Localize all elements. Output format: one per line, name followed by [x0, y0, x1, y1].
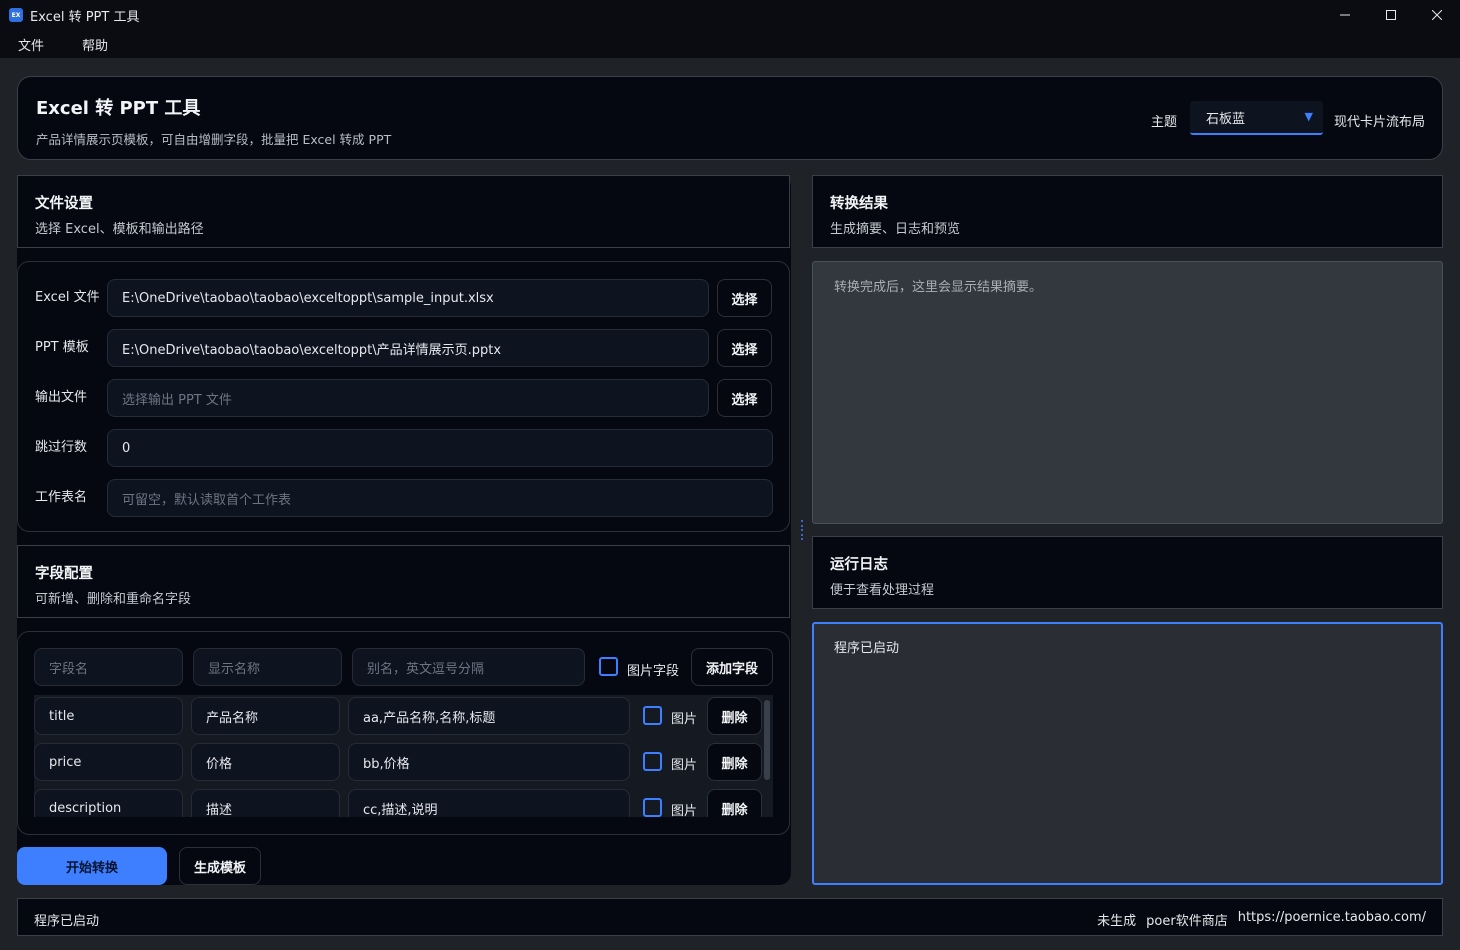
- window-controls: [1322, 0, 1460, 30]
- delete-field-button[interactable]: 删除: [707, 697, 762, 735]
- field-image-checkbox[interactable]: [643, 798, 662, 817]
- field-image-checkbox[interactable]: [643, 706, 662, 725]
- field-display-input[interactable]: 描述: [191, 789, 340, 817]
- close-button[interactable]: [1414, 0, 1460, 30]
- sheet-name-input[interactable]: 可留空，默认读取首个工作表: [107, 479, 773, 517]
- page-subtitle: 产品详情展示页模板，可自由增删字段，批量把 Excel 转成 PPT: [36, 132, 392, 147]
- field-image-label: 图片: [671, 712, 698, 727]
- sheet-name-label: 工作表名: [35, 490, 88, 505]
- field-name-input[interactable]: description: [34, 789, 183, 817]
- file-settings-header: 文件设置 选择 Excel、模板和输出路径: [17, 175, 790, 248]
- file-settings-title: 文件设置: [35, 196, 93, 212]
- theme-label: 主题: [1151, 115, 1178, 130]
- log-subtitle: 便于查看处理过程: [830, 583, 935, 598]
- menu-help[interactable]: 帮助: [56, 35, 120, 54]
- skip-rows-label: 跳过行数: [35, 440, 88, 455]
- delete-field-button[interactable]: 删除: [707, 743, 762, 781]
- output-file-label: 输出文件: [35, 390, 88, 405]
- chevron-down-icon: ▼: [1304, 110, 1313, 123]
- status-store: poer软件商店: [1146, 914, 1228, 929]
- output-file-input[interactable]: 选择输出 PPT 文件: [107, 379, 709, 417]
- title-bar: EX Excel 转 PPT 工具: [0, 0, 1460, 30]
- maximize-button[interactable]: [1368, 0, 1414, 30]
- excel-pick-button[interactable]: 选择: [717, 279, 772, 317]
- new-alias-input[interactable]: 别名，英文逗号分隔: [352, 648, 585, 686]
- theme-select[interactable]: 石板蓝 ▼: [1190, 101, 1323, 135]
- new-field-name-input[interactable]: 字段名: [34, 648, 183, 686]
- layout-label: 现代卡片流布局: [1334, 115, 1426, 130]
- image-field-checkbox[interactable]: [599, 657, 618, 676]
- file-settings-subtitle: 选择 Excel、模板和输出路径: [35, 222, 204, 237]
- minimize-button[interactable]: [1322, 0, 1368, 30]
- result-summary-box[interactable]: 转换完成后，这里会显示结果摘要。: [812, 261, 1443, 524]
- splitter-handle[interactable]: [800, 520, 803, 540]
- delete-field-button[interactable]: 删除: [707, 789, 762, 817]
- status-url[interactable]: https://poernice.taobao.com/: [1238, 910, 1426, 929]
- status-bar: 程序已启动 未生成 poer软件商店 https://poernice.taob…: [17, 898, 1443, 936]
- theme-select-value: 石板蓝: [1206, 111, 1246, 127]
- menu-bar: 文件 帮助: [0, 30, 1460, 58]
- page-title: Excel 转 PPT 工具: [36, 98, 201, 119]
- field-alias-input[interactable]: cc,描述,说明: [348, 789, 630, 817]
- result-header: 转换结果 生成摘要、日志和预览: [812, 175, 1443, 248]
- app-icon: EX: [9, 8, 23, 22]
- close-icon: [1432, 10, 1442, 20]
- menu-file[interactable]: 文件: [0, 35, 56, 54]
- field-list-scrollbar[interactable]: [764, 700, 770, 780]
- start-convert-button[interactable]: 开始转换: [17, 847, 167, 885]
- image-field-label: 图片字段: [627, 664, 680, 679]
- field-display-input[interactable]: 产品名称: [191, 697, 340, 735]
- log-text-area[interactable]: 程序已启动: [812, 622, 1443, 885]
- status-message: 程序已启动: [34, 914, 100, 929]
- generate-template-button[interactable]: 生成模板: [179, 847, 261, 885]
- result-placeholder: 转换完成后，这里会显示结果摘要。: [834, 280, 1043, 295]
- header-card: Excel 转 PPT 工具 产品详情展示页模板，可自由增删字段，批量把 Exc…: [17, 76, 1443, 160]
- window-title: Excel 转 PPT 工具: [30, 9, 140, 25]
- field-image-label: 图片: [671, 758, 698, 773]
- field-config-title: 字段配置: [35, 566, 93, 582]
- field-config-header: 字段配置 可新增、删除和重命名字段: [17, 545, 790, 618]
- status-state: 未生成: [1097, 914, 1137, 929]
- field-display-input[interactable]: 价格: [191, 743, 340, 781]
- field-name-input[interactable]: price: [34, 743, 183, 781]
- field-list[interactable]: title 产品名称 aa,产品名称,名称,标题 图片 删除 price 价格 …: [34, 695, 773, 817]
- result-subtitle: 生成摘要、日志和预览: [830, 222, 961, 237]
- file-settings-card: Excel 文件 E:\OneDrive\taobao\taobao\excel…: [17, 261, 790, 532]
- field-image-label: 图片: [671, 804, 698, 817]
- field-image-checkbox[interactable]: [643, 752, 662, 771]
- log-title: 运行日志: [830, 557, 888, 573]
- field-name-input[interactable]: title: [34, 697, 183, 735]
- field-alias-input[interactable]: bb,价格: [348, 743, 630, 781]
- maximize-icon: [1386, 10, 1396, 20]
- field-config-subtitle: 可新增、删除和重命名字段: [35, 592, 192, 607]
- skip-rows-input[interactable]: 0: [107, 429, 773, 467]
- excel-file-input[interactable]: E:\OneDrive\taobao\taobao\exceltoppt\sam…: [107, 279, 709, 317]
- output-pick-button[interactable]: 选择: [717, 379, 772, 417]
- template-input[interactable]: E:\OneDrive\taobao\taobao\exceltoppt\产品详…: [107, 329, 709, 367]
- result-title: 转换结果: [830, 196, 888, 212]
- log-line: 程序已启动: [834, 641, 900, 656]
- minimize-icon: [1340, 14, 1350, 16]
- log-header: 运行日志 便于查看处理过程: [812, 536, 1443, 609]
- excel-file-label: Excel 文件: [35, 290, 100, 305]
- status-right: 未生成 poer软件商店 https://poernice.taobao.com…: [1097, 910, 1426, 929]
- add-field-button[interactable]: 添加字段: [691, 648, 773, 686]
- template-label: PPT 模板: [35, 340, 89, 355]
- template-pick-button[interactable]: 选择: [717, 329, 772, 367]
- new-display-name-input[interactable]: 显示名称: [193, 648, 342, 686]
- field-alias-input[interactable]: aa,产品名称,名称,标题: [348, 697, 630, 735]
